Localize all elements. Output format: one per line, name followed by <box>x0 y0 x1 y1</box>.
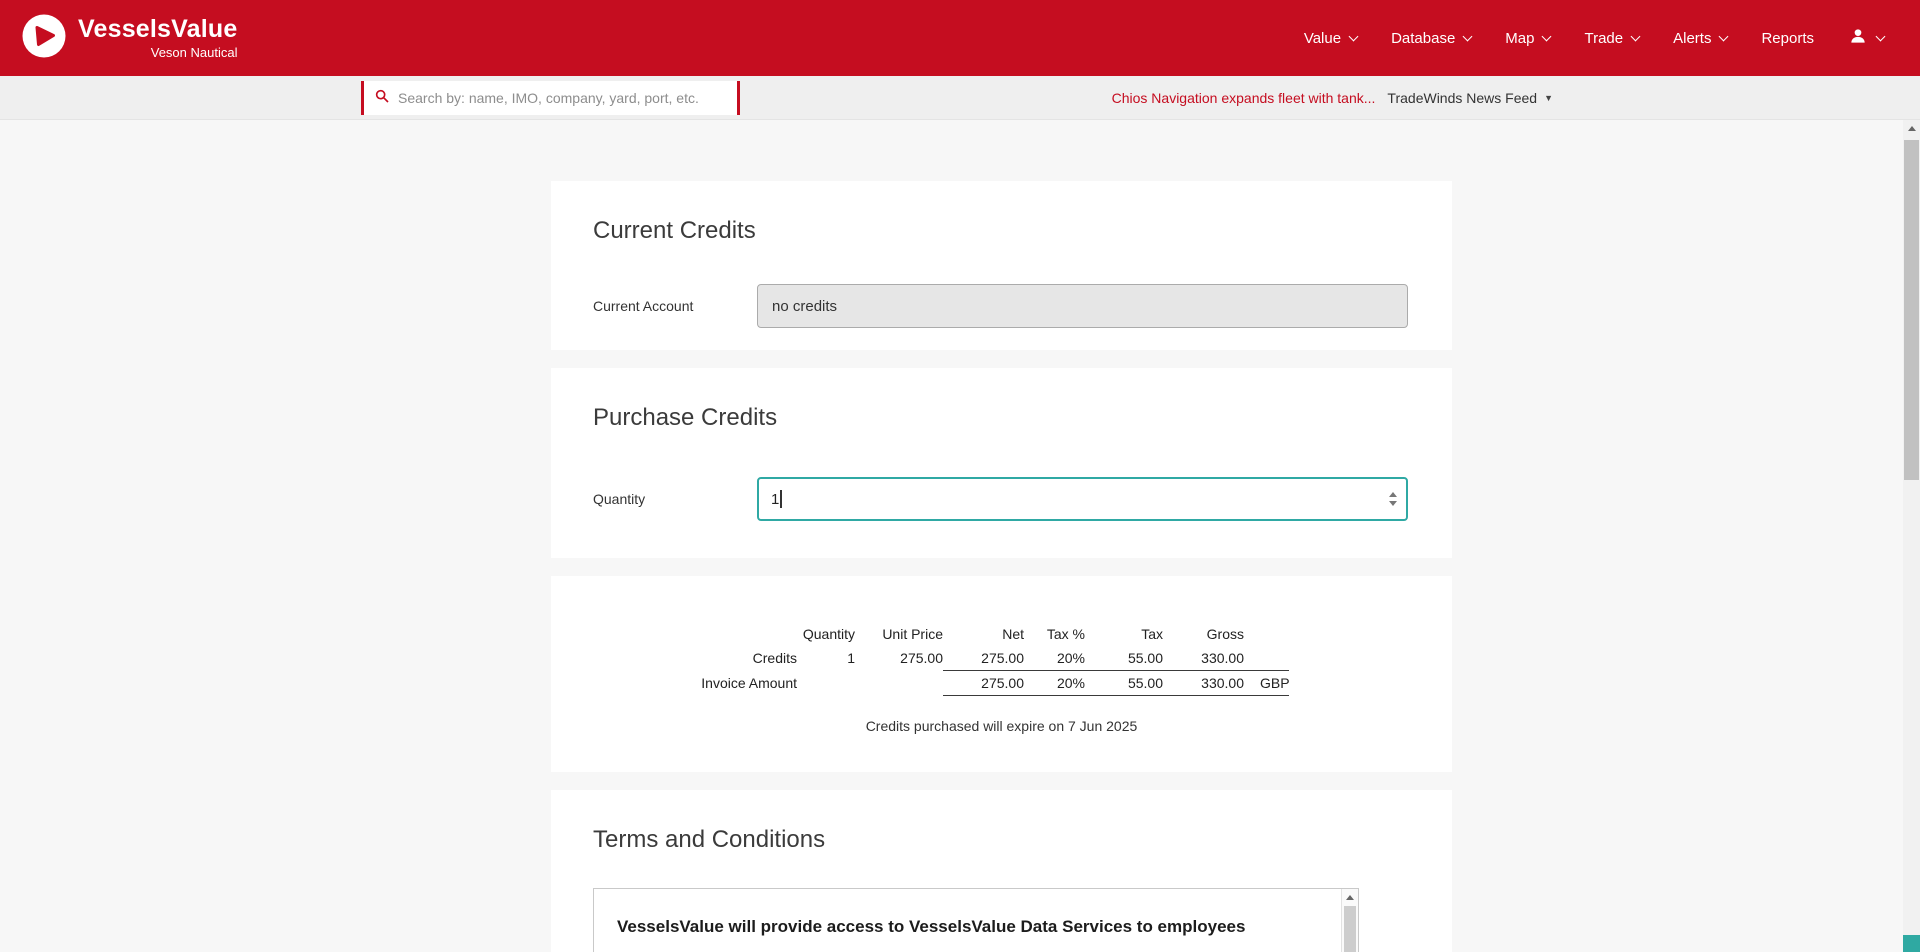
page-scrollbar-thumb[interactable] <box>1904 140 1919 480</box>
search-icon <box>374 88 390 109</box>
credits-expiry-note: Credits purchased will expire on 7 Jun 2… <box>593 718 1410 734</box>
credits-unit-price: 275.00 <box>855 646 943 671</box>
credits-net: 275.00 <box>943 646 1024 671</box>
current-account-row: Current Account no credits <box>593 284 1410 328</box>
nav-item-alerts[interactable]: Alerts <box>1673 30 1727 47</box>
nav-item-value[interactable]: Value <box>1304 30 1357 47</box>
purchase-credits-card: Purchase Credits Quantity 1 <box>551 368 1452 558</box>
chevron-down-icon <box>1719 32 1729 42</box>
main-nav: Value Database Map Trade Alerts Reports <box>1304 26 1884 50</box>
main-content: Current Credits Current Account no credi… <box>0 120 1920 952</box>
table-row-credits: Credits 1 275.00 275.00 20% 55.00 330.00 <box>593 646 1410 671</box>
chevron-down-icon <box>1349 32 1359 42</box>
credits-tax-pct: 20% <box>1024 646 1085 671</box>
purchase-credits-title: Purchase Credits <box>593 404 1410 432</box>
user-icon <box>1848 26 1868 50</box>
invoice-net: 275.00 <box>943 671 1024 696</box>
nav-item-trade[interactable]: Trade <box>1584 30 1639 47</box>
current-account-value: no credits <box>772 298 837 315</box>
invoice-summary-card: Quantity Unit Price Net Tax % Tax Gross … <box>551 576 1452 772</box>
col-header-unit-price: Unit Price <box>855 622 943 646</box>
terms-body-heading: VesselsValue will provide access to Vess… <box>617 917 1318 937</box>
quantity-value: 1 <box>771 491 779 508</box>
credits-gross: 330.00 <box>1163 646 1244 671</box>
top-header: VesselsValue Veson Nautical Value Databa… <box>0 0 1920 76</box>
row-label: Credits <box>593 646 797 671</box>
chevron-down-icon <box>1876 32 1886 42</box>
account-menu[interactable] <box>1848 26 1884 50</box>
nav-item-label: Map <box>1505 30 1534 47</box>
news-ticker: Chios Navigation expands fleet with tank… <box>1112 76 1553 120</box>
col-header-tax: Tax <box>1085 622 1163 646</box>
invoice-tax: 55.00 <box>1085 671 1163 696</box>
nav-item-reports[interactable]: Reports <box>1761 30 1814 47</box>
invoice-table: Quantity Unit Price Net Tax % Tax Gross … <box>593 622 1410 696</box>
vesselsvalue-logo-icon <box>22 14 66 63</box>
nav-item-label: Reports <box>1761 30 1814 47</box>
terms-scrollbar[interactable] <box>1341 889 1358 952</box>
invoice-currency: GBP <box>1244 671 1289 696</box>
nav-item-label: Alerts <box>1673 30 1711 47</box>
credits-tax: 55.00 <box>1085 646 1163 671</box>
quantity-label: Quantity <box>593 491 757 507</box>
credits-quantity: 1 <box>797 646 855 671</box>
terms-scroll-box[interactable]: VesselsValue will provide access to Vess… <box>593 888 1359 952</box>
col-header-gross: Gross <box>1163 622 1244 646</box>
row-label: Invoice Amount <box>593 671 797 696</box>
subheader-bar: Chios Navigation expands fleet with tank… <box>0 76 1920 120</box>
current-account-field[interactable]: no credits <box>757 284 1408 328</box>
terms-title: Terms and Conditions <box>593 826 1410 854</box>
spinner-up-icon[interactable] <box>1389 492 1397 497</box>
quantity-stepper[interactable]: 1 <box>757 477 1408 521</box>
credits-currency <box>1244 646 1289 671</box>
news-headline-link[interactable]: Chios Navigation expands fleet with tank… <box>1112 90 1376 106</box>
news-feed-label: TradeWinds News Feed <box>1387 90 1537 106</box>
terms-scrollbar-thumb[interactable] <box>1344 906 1356 952</box>
teal-corner-widget[interactable] <box>1903 935 1920 952</box>
chevron-down-icon <box>1463 32 1473 42</box>
news-feed-dropdown[interactable]: TradeWinds News Feed ▼ <box>1387 90 1553 106</box>
invoice-gross: 330.00 <box>1163 671 1244 696</box>
nav-item-label: Trade <box>1584 30 1623 47</box>
scroll-up-arrow-icon[interactable] <box>1342 889 1358 905</box>
caret-down-icon: ▼ <box>1544 93 1553 103</box>
number-spinner[interactable] <box>1389 492 1397 506</box>
col-header-tax-pct: Tax % <box>1024 622 1085 646</box>
col-header-net: Net <box>943 622 1024 646</box>
col-header-quantity: Quantity <box>797 622 855 646</box>
table-row-invoice-amount: Invoice Amount 275.00 20% 55.00 330.00 G… <box>593 671 1410 696</box>
table-header-row: Quantity Unit Price Net Tax % Tax Gross <box>593 622 1410 646</box>
spinner-down-icon[interactable] <box>1389 501 1397 506</box>
nav-item-label: Database <box>1391 30 1455 47</box>
brand-text: VesselsValue Veson Nautical <box>78 16 237 60</box>
brand-logo[interactable]: VesselsValue Veson Nautical <box>22 14 237 63</box>
quantity-row: Quantity 1 <box>593 477 1410 521</box>
terms-card: Terms and Conditions VesselsValue will p… <box>551 790 1452 952</box>
current-credits-title: Current Credits <box>593 217 1410 245</box>
page-scrollbar[interactable] <box>1903 120 1920 952</box>
global-search[interactable] <box>361 81 740 115</box>
nav-item-map[interactable]: Map <box>1505 30 1550 47</box>
chevron-down-icon <box>1542 32 1552 42</box>
current-credits-card: Current Credits Current Account no credi… <box>551 181 1452 350</box>
invoice-tax-pct: 20% <box>1024 671 1085 696</box>
brand-tagline: Veson Nautical <box>78 45 237 60</box>
search-input[interactable] <box>398 90 727 106</box>
scroll-up-arrow-icon[interactable] <box>1903 120 1920 137</box>
nav-item-label: Value <box>1304 30 1341 47</box>
text-cursor <box>780 490 782 508</box>
cards-column: Current Credits Current Account no credi… <box>551 120 1452 952</box>
nav-item-database[interactable]: Database <box>1391 30 1471 47</box>
current-account-label: Current Account <box>593 298 757 314</box>
chevron-down-icon <box>1631 32 1641 42</box>
brand-name: VesselsValue <box>78 16 237 42</box>
